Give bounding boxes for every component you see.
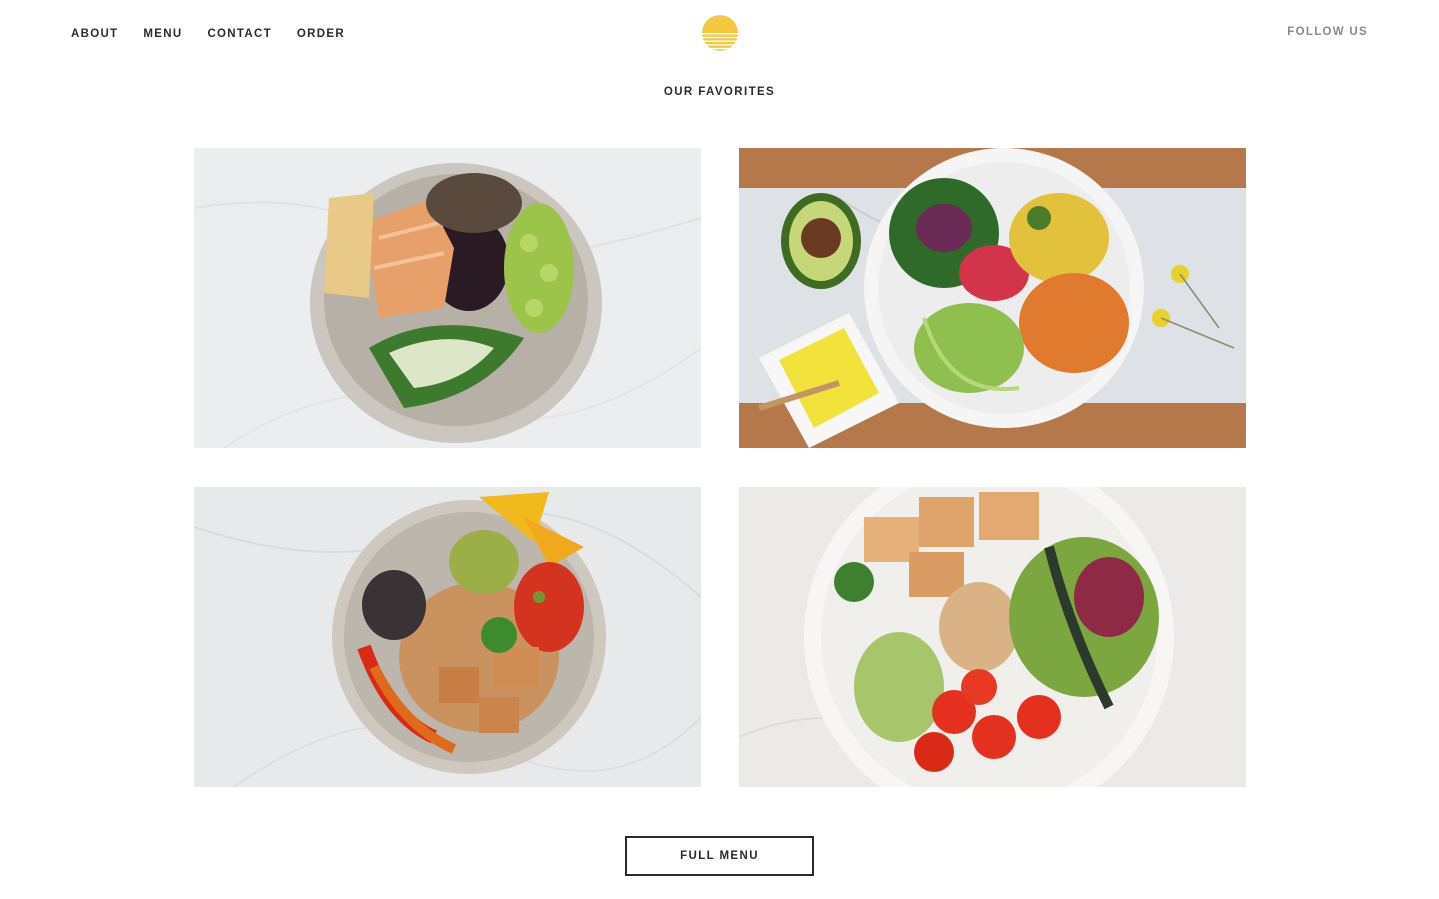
nav-link-order[interactable]: ORDER xyxy=(297,28,345,40)
full-menu-button[interactable]: FULL MENU xyxy=(625,836,814,876)
follow-us-link[interactable]: FOLLOW US xyxy=(1287,24,1368,40)
section-title: OUR FAVORITES xyxy=(663,86,776,98)
salmon-bowl-image xyxy=(194,148,701,448)
favorite-item-salmon-bowl[interactable] xyxy=(194,148,701,448)
sun-logo-icon[interactable] xyxy=(701,14,739,52)
page: ABOUT MENU CONTACT ORDER FOLLOW US OUR F… xyxy=(0,0,1439,899)
main-nav: ABOUT MENU CONTACT ORDER xyxy=(71,24,345,42)
favorite-item-tofu-salad-bowl[interactable] xyxy=(739,487,1246,787)
nav-item-order: ORDER xyxy=(297,24,345,42)
nav-item-about: ABOUT xyxy=(71,24,118,42)
nav-link-menu[interactable]: MENU xyxy=(143,28,182,40)
favorite-item-veggie-bowl[interactable] xyxy=(739,148,1246,448)
nav-link-about[interactable]: ABOUT xyxy=(71,28,118,40)
nav-item-menu: MENU xyxy=(143,24,182,42)
nav-item-contact: CONTACT xyxy=(207,24,271,42)
favorite-item-burrito-bowl[interactable] xyxy=(194,487,701,787)
nav-link-contact[interactable]: CONTACT xyxy=(207,28,271,40)
tofu-salad-bowl-image xyxy=(739,487,1246,787)
veggie-bowl-image xyxy=(739,148,1246,448)
burrito-bowl-image xyxy=(194,487,701,787)
